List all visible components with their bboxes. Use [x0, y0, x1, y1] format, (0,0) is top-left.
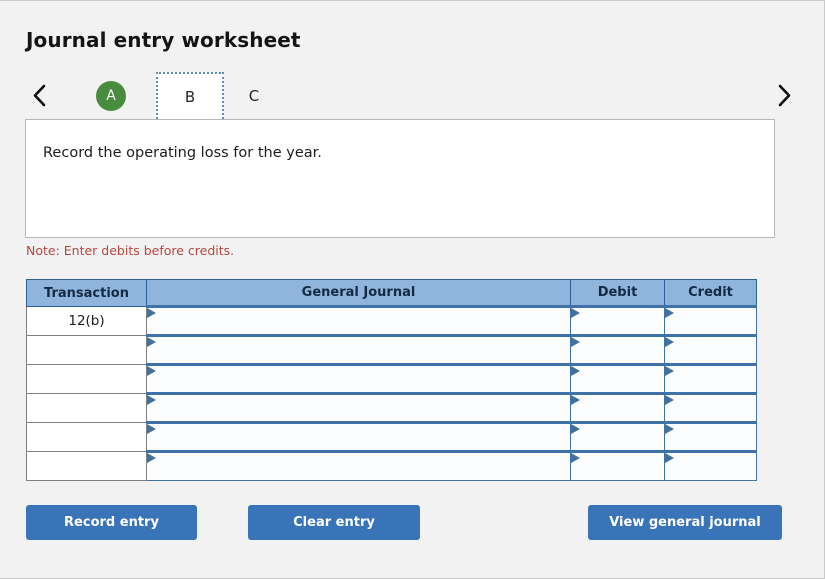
description-panel: Record the operating loss for the year. [25, 119, 775, 238]
general-journal-input[interactable] [146, 363, 571, 394]
transaction-cell [26, 451, 147, 481]
tab-b[interactable]: B [156, 72, 224, 119]
credit-input[interactable] [664, 450, 757, 481]
table-row: 12(b) [26, 305, 757, 336]
journal-entry-table: Transaction General Journal Debit Credit… [26, 279, 757, 481]
dropdown-triangle-icon [665, 453, 674, 463]
debit-input[interactable] [570, 421, 665, 452]
view-general-journal-button[interactable]: View general journal [588, 505, 782, 540]
debit-input[interactable] [570, 450, 665, 481]
worksheet-page: Journal entry worksheet A B C Record the… [0, 0, 825, 579]
dropdown-triangle-icon [147, 395, 156, 405]
credit-input[interactable] [664, 305, 757, 336]
transaction-cell: 12(b) [26, 306, 147, 336]
column-header-transaction: Transaction [26, 279, 147, 307]
dropdown-triangle-icon [665, 424, 674, 434]
tab-a-label: A [96, 80, 126, 111]
dropdown-triangle-icon [571, 395, 580, 405]
tab-strip: A B C [24, 72, 796, 120]
general-journal-input[interactable] [146, 334, 571, 365]
general-journal-input[interactable] [146, 305, 571, 336]
table-row [26, 363, 757, 394]
tab-c-label: C [248, 86, 260, 105]
dropdown-triangle-icon [571, 308, 580, 318]
credit-input[interactable] [664, 392, 757, 423]
transaction-cell [26, 335, 147, 365]
transaction-cell [26, 393, 147, 423]
debit-input[interactable] [570, 363, 665, 394]
table-row [26, 450, 757, 481]
dropdown-triangle-icon [571, 453, 580, 463]
dropdown-triangle-icon [665, 308, 674, 318]
general-journal-input[interactable] [146, 450, 571, 481]
dropdown-triangle-icon [571, 337, 580, 347]
credit-input[interactable] [664, 334, 757, 365]
debit-input[interactable] [570, 392, 665, 423]
table-row [26, 421, 757, 452]
tab-c[interactable]: C [228, 72, 280, 119]
dropdown-triangle-icon [147, 337, 156, 347]
page-title: Journal entry worksheet [26, 28, 301, 52]
tab-a[interactable]: A [80, 72, 142, 119]
debit-input[interactable] [570, 305, 665, 336]
transaction-cell [26, 364, 147, 394]
dropdown-triangle-icon [147, 453, 156, 463]
general-journal-input[interactable] [146, 421, 571, 452]
column-header-general-journal: General Journal [146, 279, 571, 307]
description-text: Record the operating loss for the year. [43, 145, 322, 161]
dropdown-triangle-icon [147, 366, 156, 376]
debits-before-credits-note: Note: Enter debits before credits. [26, 243, 235, 258]
chevron-left-icon[interactable] [24, 72, 54, 118]
dropdown-triangle-icon [665, 366, 674, 376]
dropdown-triangle-icon [665, 395, 674, 405]
column-header-credit: Credit [664, 279, 757, 307]
dropdown-triangle-icon [571, 366, 580, 376]
dropdown-triangle-icon [571, 424, 580, 434]
dropdown-triangle-icon [665, 337, 674, 347]
transaction-cell [26, 422, 147, 452]
table-row [26, 392, 757, 423]
general-journal-input[interactable] [146, 392, 571, 423]
column-header-debit: Debit [570, 279, 665, 307]
tab-b-label: B [184, 87, 196, 106]
clear-entry-button[interactable]: Clear entry [248, 505, 420, 540]
dropdown-triangle-icon [147, 424, 156, 434]
debit-input[interactable] [570, 334, 665, 365]
record-entry-button[interactable]: Record entry [26, 505, 197, 540]
table-row [26, 334, 757, 365]
dropdown-triangle-icon [147, 308, 156, 318]
table-header-row: Transaction General Journal Debit Credit [26, 279, 757, 307]
credit-input[interactable] [664, 421, 757, 452]
credit-input[interactable] [664, 363, 757, 394]
table-body: 12(b) [26, 305, 757, 481]
chevron-right-icon[interactable] [769, 72, 799, 118]
